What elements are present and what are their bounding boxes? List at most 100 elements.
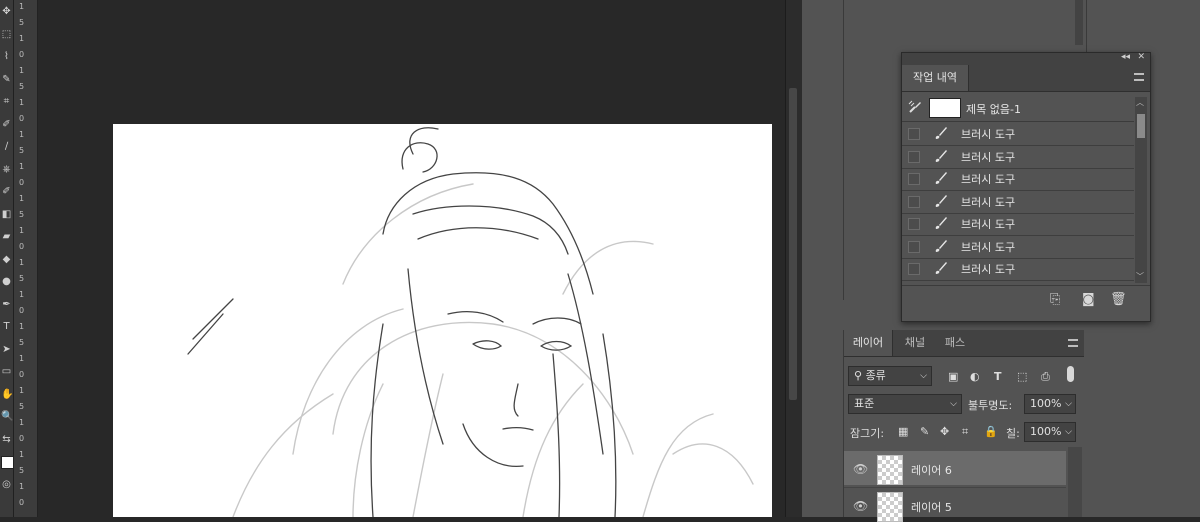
brush-tool-icon[interactable]: ∕ xyxy=(1,141,12,152)
ruler-tick-label: 1 xyxy=(19,194,25,203)
ruler-tick-label: 1 xyxy=(19,258,25,267)
eraser-tool-icon[interactable]: ◧ xyxy=(1,209,12,220)
foreground-color-icon[interactable] xyxy=(1,456,14,469)
eyedropper-tool-icon[interactable]: ✐ xyxy=(1,119,12,130)
history-source-checkbox[interactable] xyxy=(908,263,920,275)
tab-paths[interactable]: 패스 xyxy=(936,330,974,356)
history-snapshot[interactable]: 제목 없음-1 xyxy=(902,93,1134,122)
opacity-input[interactable]: 100% ⌵ xyxy=(1024,394,1076,414)
collapse-panel-icon[interactable]: ◂◂ xyxy=(1121,52,1130,62)
layer-name[interactable]: 레이어 6 xyxy=(911,462,952,478)
new-document-icon[interactable]: ⎘ xyxy=(1050,292,1060,307)
history-state[interactable]: 브러시 도구 xyxy=(902,191,1134,214)
panel-menu-icon[interactable] xyxy=(1068,339,1078,347)
history-scrollbar-thumb[interactable] xyxy=(1137,114,1145,138)
document-workspace[interactable] xyxy=(38,0,783,517)
visibility-eye-icon[interactable]: 👁 xyxy=(853,499,868,513)
opacity-value: 100% xyxy=(1030,397,1062,410)
lock-position-icon[interactable]: ✥ xyxy=(940,425,949,438)
quick-mask-icon[interactable]: ◎ xyxy=(1,479,12,490)
filter-toggle[interactable] xyxy=(1067,366,1074,382)
chevron-down-icon: ⌵ xyxy=(920,371,927,381)
adjustment-filter-icon[interactable]: ◐ xyxy=(970,370,980,383)
ruler-tick-label: 0 xyxy=(19,498,25,507)
layer-row-selected[interactable]: 👁 레이어 6 xyxy=(844,451,1066,485)
panel-title-bar[interactable]: ◂◂ ✕ xyxy=(902,52,1150,65)
history-brush-tool-icon[interactable]: ✐ xyxy=(1,186,12,197)
move-tool-icon[interactable]: ✥ xyxy=(1,6,12,17)
lock-pixels-icon[interactable]: ✎ xyxy=(920,425,929,438)
pixel-filter-icon[interactable]: ▣ xyxy=(948,370,958,383)
tab-channels[interactable]: 채널 xyxy=(896,330,934,356)
blur-tool-icon[interactable]: ◆ xyxy=(1,254,12,265)
crop-tool-icon[interactable]: ⌗ xyxy=(1,96,12,107)
type-filter-icon[interactable]: T xyxy=(994,370,1002,383)
lock-transparent-icon[interactable]: ▦ xyxy=(898,425,908,438)
history-brush-source-icon[interactable] xyxy=(908,100,922,114)
dodge-tool-icon[interactable]: ● xyxy=(1,276,12,287)
ruler-tick-label: 5 xyxy=(19,402,25,411)
swap-colors-icon[interactable]: ⇆ xyxy=(1,434,12,445)
ruler-tick-label: 5 xyxy=(19,466,25,475)
canvas-scrollbar-thumb[interactable] xyxy=(789,88,797,400)
panel-menu-icon[interactable] xyxy=(1134,73,1144,81)
scroll-down-icon[interactable]: ﹀ xyxy=(1136,271,1144,282)
type-tool-icon[interactable]: T xyxy=(1,321,12,332)
lock-all-icon[interactable]: 🔒 xyxy=(984,425,998,438)
history-state[interactable]: 브러시 도구 xyxy=(902,236,1134,259)
quick-select-tool-icon[interactable]: ✎ xyxy=(1,74,12,85)
hand-tool-icon[interactable]: ✋ xyxy=(1,389,13,400)
pen-tool-icon[interactable]: ✒ xyxy=(1,299,12,310)
zoom-tool-icon[interactable]: 🔍 xyxy=(1,411,13,422)
shape-tool-icon[interactable]: ▭ xyxy=(1,366,12,377)
document-canvas[interactable] xyxy=(113,124,772,517)
ruler-tick-label: 0 xyxy=(19,114,25,123)
history-source-checkbox[interactable] xyxy=(908,240,920,253)
ruler-tick-label: 1 xyxy=(19,354,25,363)
close-icon[interactable]: ✕ xyxy=(1137,52,1145,62)
dock-scrollbar[interactable] xyxy=(1075,0,1083,45)
shape-filter-icon[interactable]: ⬚ xyxy=(1017,370,1027,383)
layer-name[interactable]: 레이어 5 xyxy=(911,499,952,515)
history-state[interactable]: 브러시 도구 xyxy=(902,168,1134,191)
tab-history[interactable]: 작업 내역 xyxy=(902,65,969,91)
ruler-tick-label: 1 xyxy=(19,450,25,459)
history-source-checkbox[interactable] xyxy=(908,218,920,230)
layer-filter-select[interactable]: ⚲ 종류 ⌵ xyxy=(848,366,932,386)
ruler-tick-label: 5 xyxy=(19,146,25,155)
history-state-label: 브러시 도구 xyxy=(961,128,1016,141)
history-source-checkbox[interactable] xyxy=(908,173,920,185)
history-source-checkbox[interactable] xyxy=(908,150,920,163)
history-source-checkbox[interactable] xyxy=(908,195,920,208)
chevron-down-icon: ⌵ xyxy=(950,399,957,409)
tab-layers[interactable]: 레이어 xyxy=(844,330,893,356)
history-state[interactable]: 브러시 도구 xyxy=(902,123,1134,146)
history-state-label: 브러시 도구 xyxy=(961,195,1016,209)
history-state-label: 브러시 도구 xyxy=(961,240,1016,254)
history-state[interactable]: 브러시 도구 xyxy=(902,258,1134,281)
vertical-ruler: 1 5 1 0 1 5 1 0 1 5 1 0 1 5 1 0 1 5 1 0 1 5 1 0 1 5 1 0 1 5 1 0 xyxy=(14,0,38,517)
ruler-tick-label: 0 xyxy=(19,434,25,443)
history-state[interactable]: 브러시 도구 xyxy=(902,146,1134,169)
history-tab-bar: 작업 내역 xyxy=(902,65,1150,92)
smart-object-filter-icon[interactable]: ⎙ xyxy=(1041,370,1050,384)
fill-input[interactable]: 100% ⌵ xyxy=(1024,422,1076,442)
visibility-eye-icon[interactable]: 👁 xyxy=(853,462,868,476)
trash-icon[interactable]: 🗑 xyxy=(1110,292,1127,307)
gradient-tool-icon[interactable]: ▰ xyxy=(1,231,12,242)
brush-icon xyxy=(935,127,947,139)
history-source-checkbox[interactable] xyxy=(908,128,920,140)
camera-icon[interactable]: ◙ xyxy=(1082,292,1095,307)
clone-stamp-tool-icon[interactable]: ⎈ xyxy=(1,164,12,175)
layers-scrollbar[interactable] xyxy=(1068,447,1082,517)
blend-mode-value: 표준 xyxy=(854,397,875,410)
history-state[interactable]: 브러시 도구 xyxy=(902,213,1134,236)
blend-mode-select[interactable]: 표준 ⌵ xyxy=(848,394,962,414)
layers-panel: 레이어 채널 패스 ⚲ 종류 ⌵ ▣ ◐ T ⬚ ⎙ 표준 ⌵ 불투명도: 10… xyxy=(843,330,1084,522)
path-select-tool-icon[interactable]: ➤ xyxy=(1,344,12,355)
ruler-tick-label: 1 xyxy=(19,34,25,43)
lock-artboard-icon[interactable]: ⌗ xyxy=(962,425,968,439)
lasso-tool-icon[interactable]: ⌇ xyxy=(1,51,12,62)
scroll-up-icon[interactable]: ︿ xyxy=(1136,97,1144,108)
marquee-tool-icon[interactable]: ⬚ xyxy=(1,29,12,40)
